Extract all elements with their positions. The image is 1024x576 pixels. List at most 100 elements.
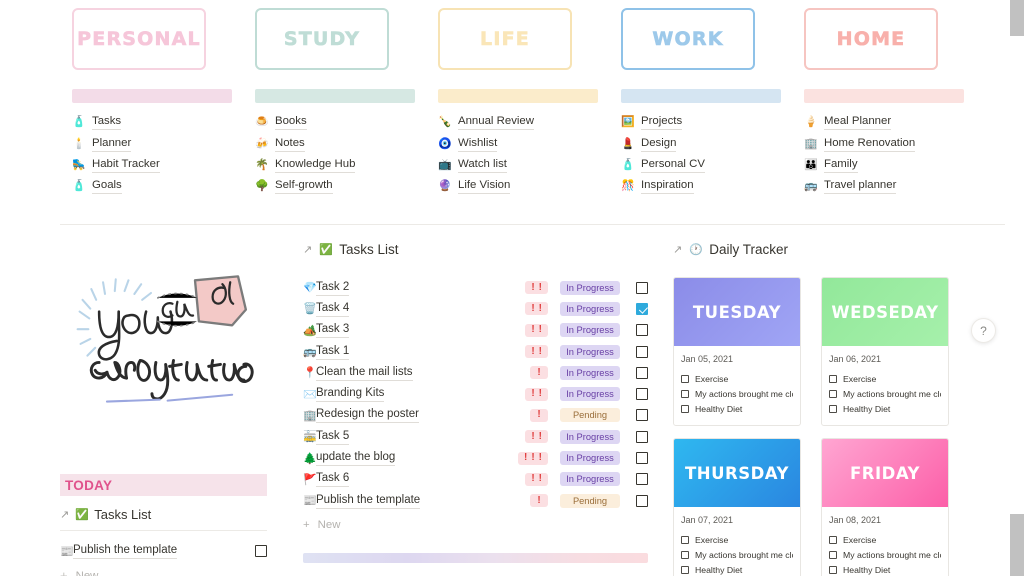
category-card-personal[interactable]: PERSONAL [72, 8, 206, 70]
task-row[interactable]: 📰 Publish the template! Pending [303, 490, 648, 511]
day-card-checkbox[interactable] [829, 565, 837, 574]
day-card-checkbox[interactable] [681, 565, 689, 574]
task-checkbox[interactable] [636, 430, 648, 443]
task-status-badge[interactable]: In Progress [560, 429, 620, 444]
category-link[interactable]: 🍦 Meal Planner [804, 111, 975, 132]
category-card-life[interactable]: LIFE [438, 8, 572, 70]
today-item-checkbox[interactable] [255, 545, 267, 557]
help-button[interactable]: ? [971, 318, 996, 343]
category-link[interactable]: 📺 Watch list [438, 154, 609, 175]
category-link[interactable]: 🍮 Books [255, 111, 426, 132]
scrollbar-thumb-lower[interactable] [1010, 514, 1024, 576]
task-priority-badge[interactable]: !! [525, 472, 548, 486]
task-status-badge[interactable]: In Progress [560, 387, 620, 402]
task-row[interactable]: 🚋 Task 5!! In Progress [303, 426, 648, 447]
category-link[interactable]: 🌳 Self-growth [255, 175, 426, 196]
category-link[interactable]: 🏢 Home Renovation [804, 132, 975, 153]
category-link[interactable]: 🧴 Tasks [72, 111, 243, 132]
category-link[interactable]: 🛼 Habit Tracker [72, 154, 243, 175]
task-checkbox[interactable] [636, 409, 648, 422]
day-card-checklist-item[interactable]: Exercise [681, 532, 793, 547]
category-link[interactable]: 👪 Family [804, 154, 975, 175]
day-card-checklist-item[interactable]: My actions brought me closer to [681, 386, 793, 401]
day-card-checklist-item[interactable]: Healthy Diet [681, 401, 793, 416]
task-priority-badge[interactable]: !! [525, 281, 548, 295]
task-priority-badge[interactable]: !! [525, 323, 548, 337]
task-priority-badge[interactable]: !! [525, 302, 548, 316]
today-tasks-list-link[interactable]: ↗ ✅ Tasks List [60, 507, 267, 531]
today-new-row[interactable]: + New [60, 568, 285, 576]
task-status-badge[interactable]: In Progress [560, 344, 620, 359]
category-link[interactable]: 🍻 Notes [255, 132, 426, 153]
task-checkbox[interactable] [636, 302, 648, 315]
day-card-checklist-item[interactable]: Exercise [829, 532, 941, 547]
task-row[interactable]: 🚩 Task 6!! In Progress [303, 469, 648, 490]
day-card-checklist-item[interactable]: My actions brought me closer to [829, 547, 941, 562]
task-row[interactable]: 💎 Task 2!! In Progress [303, 277, 648, 298]
task-status-badge[interactable]: In Progress [560, 323, 620, 338]
task-status-badge[interactable]: In Progress [560, 365, 620, 380]
task-checkbox[interactable] [636, 388, 648, 401]
day-card-checklist-item[interactable]: Healthy Diet [681, 562, 793, 576]
task-checkbox[interactable] [636, 324, 648, 337]
category-card-study[interactable]: STUDY [255, 8, 389, 70]
day-card-checklist-item[interactable]: My actions brought me closer to [681, 547, 793, 562]
task-checkbox[interactable] [636, 366, 648, 379]
task-priority-badge[interactable]: ! [530, 408, 548, 422]
category-link[interactable]: 🔮 Life Vision [438, 175, 609, 196]
day-card-checkbox[interactable] [681, 374, 689, 383]
daily-tracker-header[interactable]: ↗ 🕐 Daily Tracker [673, 238, 1005, 260]
day-card-checklist-item[interactable]: Exercise [829, 371, 941, 386]
task-status-badge[interactable]: In Progress [560, 280, 620, 295]
task-checkbox[interactable] [636, 345, 648, 358]
task-checkbox[interactable] [636, 473, 648, 486]
task-checkbox[interactable] [636, 452, 648, 465]
tasks-new-row[interactable]: + New [303, 519, 648, 531]
day-card[interactable]: TUESDAY Jan 05, 2021 Exercise My actions br… [673, 277, 801, 426]
task-status-badge[interactable]: Pending [560, 408, 620, 423]
task-priority-badge[interactable]: !! [525, 430, 548, 444]
task-row[interactable]: 🌲 update the blog!!! In Progress [303, 447, 648, 468]
task-priority-badge[interactable]: !! [525, 387, 548, 401]
task-status-badge[interactable]: In Progress [560, 301, 620, 316]
day-card-checkbox[interactable] [681, 389, 689, 398]
day-card-checklist-item[interactable]: Healthy Diet [829, 401, 941, 416]
day-card-checkbox[interactable] [829, 404, 837, 413]
task-row[interactable]: 📍 Clean the mail lists! In Progress [303, 362, 648, 383]
category-link[interactable]: 🖼️ Projects [621, 111, 792, 132]
category-link[interactable]: 🚌 Travel planner [804, 175, 975, 196]
day-card-checkbox[interactable] [681, 550, 689, 559]
category-link[interactable]: 🕯️ Planner [72, 132, 243, 153]
day-card-checklist-item[interactable]: My actions brought me closer to [829, 386, 941, 401]
tasks-list-header[interactable]: ↗ ✅ Tasks List [303, 238, 648, 260]
task-priority-badge[interactable]: !! [525, 345, 548, 359]
day-card[interactable]: FRIDAY Jan 08, 2021 Exercise My actions bro… [821, 438, 949, 576]
task-priority-badge[interactable]: !!! [517, 451, 548, 465]
category-link[interactable]: 🧴 Goals [72, 175, 243, 196]
day-card-checkbox[interactable] [681, 404, 689, 413]
task-status-badge[interactable]: In Progress [560, 451, 620, 466]
category-link[interactable]: 🧴 Personal CV [621, 154, 792, 175]
day-card-checkbox[interactable] [829, 389, 837, 398]
category-link[interactable]: 🎊 Inspiration [621, 175, 792, 196]
day-card[interactable]: WEDSEDAY Jan 06, 2021 Exercise My actions b… [821, 277, 949, 426]
task-status-badge[interactable]: Pending [560, 493, 620, 508]
day-card-checkbox[interactable] [681, 535, 689, 544]
task-row[interactable]: 🚌 Task 1!! In Progress [303, 341, 648, 362]
task-checkbox[interactable] [636, 281, 648, 294]
day-card[interactable]: THURSDAY Jan 07, 2021 Exercise My actions b… [673, 438, 801, 576]
category-link[interactable]: 💄 Design [621, 132, 792, 153]
category-card-work[interactable]: WORK [621, 8, 755, 70]
task-priority-badge[interactable]: ! [530, 494, 548, 508]
task-status-badge[interactable]: In Progress [560, 472, 620, 487]
task-row[interactable]: 🏕️ Task 3!! In Progress [303, 320, 648, 341]
category-link[interactable]: 🧿 Wishlist [438, 132, 609, 153]
day-card-checkbox[interactable] [829, 535, 837, 544]
day-card-checkbox[interactable] [829, 374, 837, 383]
category-link[interactable]: 🍾 Annual Review [438, 111, 609, 132]
category-card-home[interactable]: HOME [804, 8, 938, 70]
task-row[interactable]: ✉️ Branding Kits!! In Progress [303, 383, 648, 404]
day-card-checklist-item[interactable]: Healthy Diet [829, 562, 941, 576]
task-checkbox[interactable] [636, 494, 648, 507]
task-priority-badge[interactable]: ! [530, 366, 548, 380]
